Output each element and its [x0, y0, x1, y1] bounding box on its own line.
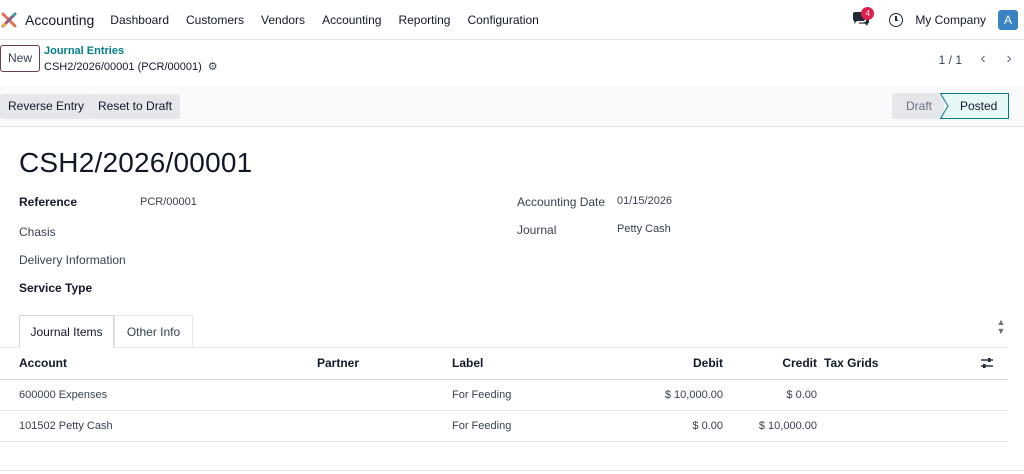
row-credit: $ 0.00 [786, 389, 817, 401]
row-debit: $ 0.00 [692, 420, 723, 432]
column-credit[interactable]: Credit [730, 348, 817, 378]
menu-vendors[interactable]: Vendors [261, 13, 305, 27]
reverse-entry-button[interactable]: Reverse Entry [0, 94, 93, 119]
accounting-date-value[interactable]: 01/15/2026 [617, 195, 672, 207]
row-account: 101502 Petty Cash [19, 420, 113, 432]
sliders-icon[interactable] [980, 356, 994, 370]
journal-label: Journal [517, 223, 557, 237]
chasis-label: Chasis [19, 225, 56, 239]
row-debit: $ 10,000.00 [664, 389, 723, 401]
column-account[interactable]: Account [19, 348, 67, 378]
chat-icon[interactable]: 4 [852, 7, 875, 29]
breadcrumb-current-label: CSH2/2026/00001 (PCR/00001) [44, 60, 202, 73]
pager-value[interactable]: 1 / 1 [939, 53, 962, 67]
menu-accounting[interactable]: Accounting [322, 13, 381, 27]
company-switcher[interactable]: My Company [915, 13, 986, 27]
record-title: CSH2/2026/00001 [19, 147, 253, 178]
row-label: For Feeding [452, 389, 512, 401]
row-label: For Feeding [452, 420, 512, 432]
new-button[interactable]: New [0, 45, 40, 72]
gear-icon[interactable]: ⚙ [208, 60, 218, 73]
reset-to-draft-button[interactable]: Reset to Draft [90, 94, 181, 119]
accounting-logo-icon[interactable] [1, 12, 17, 28]
service-type-label: Service Type [19, 281, 93, 295]
row-credit: $ 10,000.00 [758, 420, 817, 432]
chevron-right-icon[interactable]: › [999, 48, 1019, 70]
menu-customers[interactable]: Customers [186, 13, 244, 27]
status-posted-label: Posted [960, 99, 998, 113]
footer-divider [0, 470, 1024, 471]
accounting-date-label: Accounting Date [517, 195, 606, 209]
table-row[interactable]: 600000 Expenses For Feeding $ 10,000.00 … [0, 380, 1008, 411]
status-posted[interactable]: Posted [940, 93, 1009, 119]
reference-label: Reference [19, 195, 78, 209]
app-name[interactable]: Accounting [25, 12, 94, 28]
navbar-systray: 4 My Company A [852, 0, 1018, 40]
tab-other-info[interactable]: Other Info [114, 315, 193, 348]
breadcrumb-journal-entries[interactable]: Journal Entries [44, 45, 124, 57]
delivery-information-label: Delivery Information [19, 253, 126, 267]
menu-dashboard[interactable]: Dashboard [110, 13, 169, 27]
clock-icon[interactable] [889, 13, 904, 27]
notebook-tabs: Journal Items Other Info [0, 315, 1008, 348]
journal-value[interactable]: Petty Cash [617, 223, 671, 235]
table-row[interactable]: 101502 Petty Cash For Feeding $ 0.00 $ 1… [0, 411, 1008, 442]
column-label[interactable]: Label [452, 348, 483, 378]
action-bar: Reverse Entry Reset to Draft Draft Poste… [0, 86, 1024, 127]
sort-arrows-icon[interactable]: ▲ ▼ [996, 318, 1006, 344]
reference-value[interactable]: PCR/00001 [140, 196, 197, 208]
column-debit[interactable]: Debit [600, 348, 723, 378]
status-draft[interactable]: Draft [892, 93, 944, 119]
breadcrumb-current: CSH2/2026/00001 (PCR/00001) ⚙ [44, 60, 218, 74]
menu-reporting[interactable]: Reporting [398, 13, 450, 27]
message-count-badge: 4 [861, 7, 875, 20]
control-panel: New Journal Entries CSH2/2026/00001 (PCR… [0, 40, 1024, 86]
menu-configuration[interactable]: Configuration [467, 13, 538, 27]
column-partner[interactable]: Partner [317, 348, 359, 378]
chevron-left-icon[interactable]: ‹ [973, 48, 993, 70]
column-tax-grids[interactable]: Tax Grids [824, 348, 878, 378]
top-navbar: Accounting Dashboard Customers Vendors A… [0, 0, 1024, 40]
user-avatar[interactable]: A [998, 10, 1018, 30]
row-account: 600000 Expenses [19, 389, 108, 401]
tab-journal-items[interactable]: Journal Items [19, 315, 114, 348]
table-header: Account Partner Label Debit Credit Tax G… [0, 348, 1008, 380]
